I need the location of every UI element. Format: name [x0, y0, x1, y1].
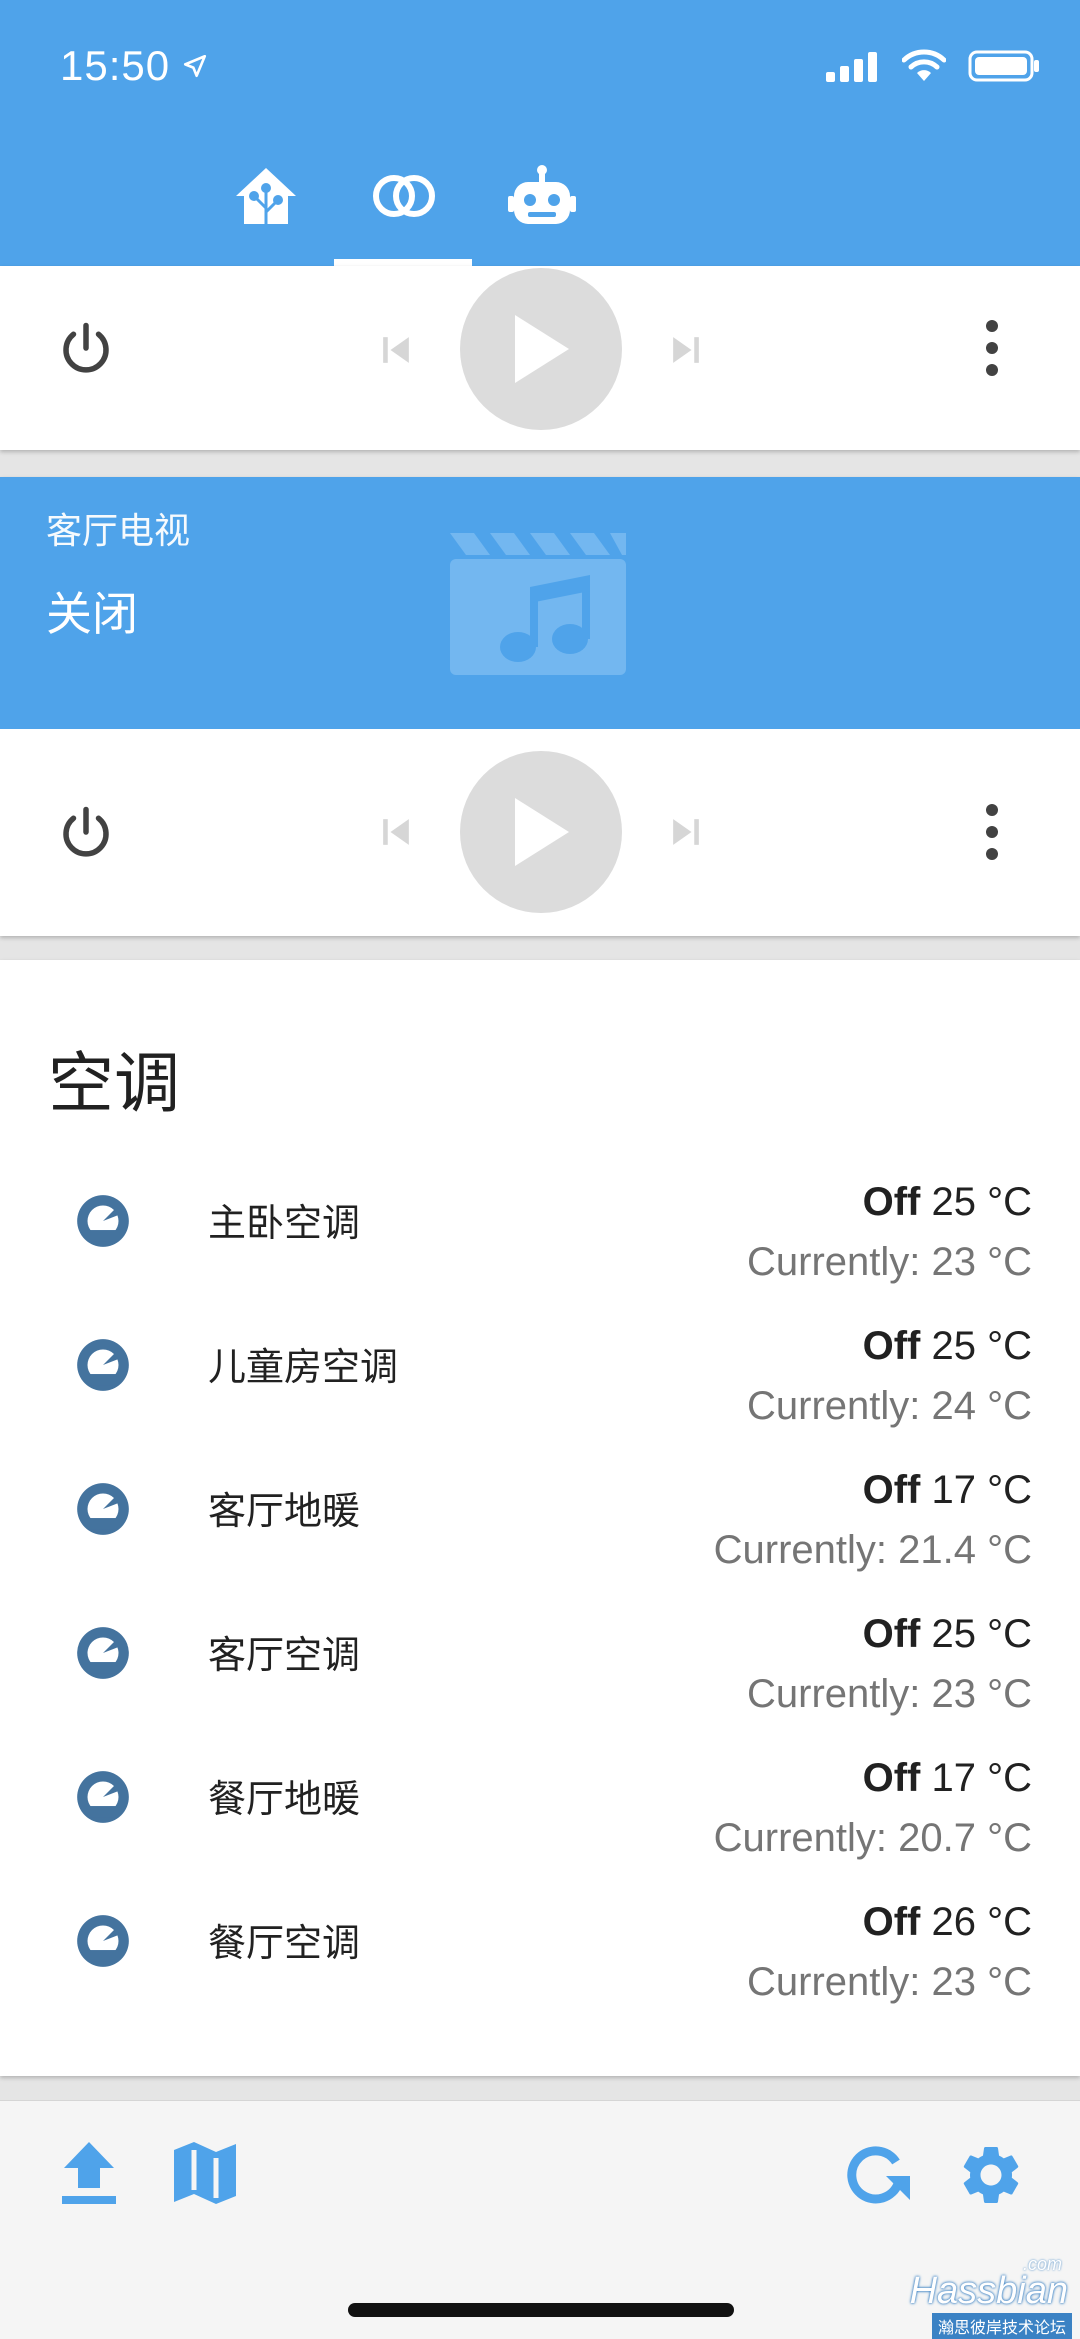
climate-target-temp: Off 17 °C: [863, 1756, 1032, 1801]
climate-hvac-state: Off: [862, 1468, 921, 1512]
climate-entity-name: 餐厅地暖: [208, 1777, 361, 1821]
settings-button[interactable]: [956, 2140, 1026, 2210]
climate-target-value: 17 °C: [931, 1756, 1033, 1800]
climate-current-temp: Currently: 24 °C: [747, 1384, 1032, 1428]
climate-row[interactable]: 餐厅地暖 Off 17 °C Currently: 20.7 °C: [0, 1756, 1080, 1900]
tv-play-button[interactable]: [460, 751, 622, 913]
home-assistant-icon: [236, 168, 296, 224]
climate-entity-name: 儿童房空调: [208, 1345, 399, 1389]
climate-current-temp: Currently: 23 °C: [747, 1960, 1032, 2004]
active-tab-indicator: [334, 259, 472, 266]
refresh-button[interactable]: [842, 2140, 912, 2206]
climate-entity-name: 餐厅空调: [208, 1921, 361, 1965]
climate-target-value: 25 °C: [931, 1180, 1033, 1224]
climate-row[interactable]: 主卧空调 Off 25 °C Currently: 23 °C: [0, 1180, 1080, 1324]
power-icon: [63, 322, 109, 373]
map-icon: [174, 2142, 236, 2204]
climate-hvac-state: Off: [862, 1900, 921, 1944]
refresh-icon: [847, 2146, 910, 2204]
next-track-button[interactable]: [660, 324, 712, 376]
tv-player-state: 关闭: [46, 587, 138, 641]
tv-previous-track-button[interactable]: [370, 806, 422, 858]
play-icon: [515, 798, 569, 866]
climate-row[interactable]: 客厅地暖 Off 17 °C Currently: 21.4 °C: [0, 1468, 1080, 1612]
climate-target-temp: Off 26 °C: [863, 1900, 1032, 1945]
overlapping-circles-icon: [373, 175, 435, 217]
climate-target-temp: Off 25 °C: [863, 1180, 1032, 1225]
climate-hvac-state: Off: [862, 1612, 921, 1656]
tv-more-options-button[interactable]: [964, 798, 1020, 866]
more-vertical-icon: [986, 804, 998, 860]
home-indicator[interactable]: [348, 2303, 734, 2317]
climate-current-temp: Currently: 23 °C: [747, 1672, 1032, 1716]
map-button[interactable]: [172, 2140, 238, 2206]
climate-target-temp: Off 25 °C: [863, 1612, 1032, 1657]
climate-current-temp: Currently: 20.7 °C: [713, 1816, 1032, 1860]
battery-icon: [968, 50, 1039, 82]
video-music-icon: [450, 533, 626, 675]
climate-hvac-state: Off: [862, 1180, 921, 1224]
upload-icon: [62, 2142, 116, 2204]
upload-button[interactable]: [60, 2140, 118, 2206]
climate-row[interactable]: 餐厅空调 Off 26 °C Currently: 23 °C: [0, 1900, 1080, 2044]
power-icon: [63, 806, 109, 857]
status-time-label: 15:50: [60, 42, 171, 89]
thermostat-icon: [77, 1627, 129, 1679]
cellular-signal-icon: [826, 52, 877, 82]
climate-entity-name: 客厅空调: [208, 1633, 361, 1677]
wifi-icon: [902, 49, 946, 81]
climate-target-value: 26 °C: [931, 1900, 1033, 1944]
climate-entity-name: 主卧空调: [208, 1201, 361, 1245]
skip-previous-icon: [383, 337, 409, 363]
skip-previous-icon: [383, 819, 409, 845]
climate-target-value: 25 °C: [931, 1324, 1033, 1368]
thermostat-icon: [77, 1339, 129, 1391]
gear-icon: [963, 2147, 1019, 2203]
climate-current-temp: Currently: 21.4 °C: [713, 1528, 1032, 1572]
climate-hvac-state: Off: [862, 1324, 921, 1368]
skip-next-icon: [673, 337, 699, 363]
more-options-button[interactable]: [964, 314, 1020, 382]
climate-target-value: 25 °C: [931, 1612, 1033, 1656]
app-header: 15:50: [0, 0, 1080, 266]
climate-target-temp: Off 25 °C: [863, 1324, 1032, 1369]
tab-automation[interactable]: [472, 150, 612, 266]
thermostat-icon: [77, 1771, 129, 1823]
climate-row[interactable]: 客厅空调 Off 25 °C Currently: 23 °C: [0, 1612, 1080, 1756]
climate-hvac-state: Off: [862, 1756, 921, 1800]
play-button[interactable]: [460, 268, 622, 430]
power-button[interactable]: [52, 314, 120, 382]
more-vertical-icon: [986, 320, 998, 376]
climate-entity-name: 客厅地暖: [208, 1489, 361, 1533]
skip-next-icon: [673, 819, 699, 845]
thermostat-icon: [77, 1483, 129, 1535]
previous-track-button[interactable]: [370, 324, 422, 376]
climate-current-temp: Currently: 23 °C: [747, 1240, 1032, 1284]
play-icon: [515, 315, 569, 383]
status-bar-icons: [826, 44, 1040, 88]
tab-lovelace[interactable]: [334, 150, 474, 266]
robot-icon: [508, 165, 576, 224]
watermark-subtitle: 瀚思彼岸技术论坛: [931, 2313, 1072, 2339]
tv-power-button[interactable]: [52, 798, 120, 866]
tab-home[interactable]: [196, 150, 336, 266]
climate-target-temp: Off 17 °C: [863, 1468, 1032, 1513]
watermark-logo: Hassbian: [909, 2270, 1068, 2312]
tv-next-track-button[interactable]: [660, 806, 712, 858]
climate-card-title: 空调: [48, 1045, 180, 1122]
thermostat-icon: [77, 1195, 129, 1247]
tv-player-title: 客厅电视: [46, 511, 191, 552]
media-player-card: [0, 266, 1080, 450]
status-bar-time: 15:50: [60, 40, 208, 92]
location-arrow-icon: [184, 54, 207, 78]
climate-target-value: 17 °C: [931, 1468, 1033, 1512]
climate-row[interactable]: 儿童房空调 Off 25 °C Currently: 24 °C: [0, 1324, 1080, 1468]
thermostat-icon: [77, 1915, 129, 1967]
